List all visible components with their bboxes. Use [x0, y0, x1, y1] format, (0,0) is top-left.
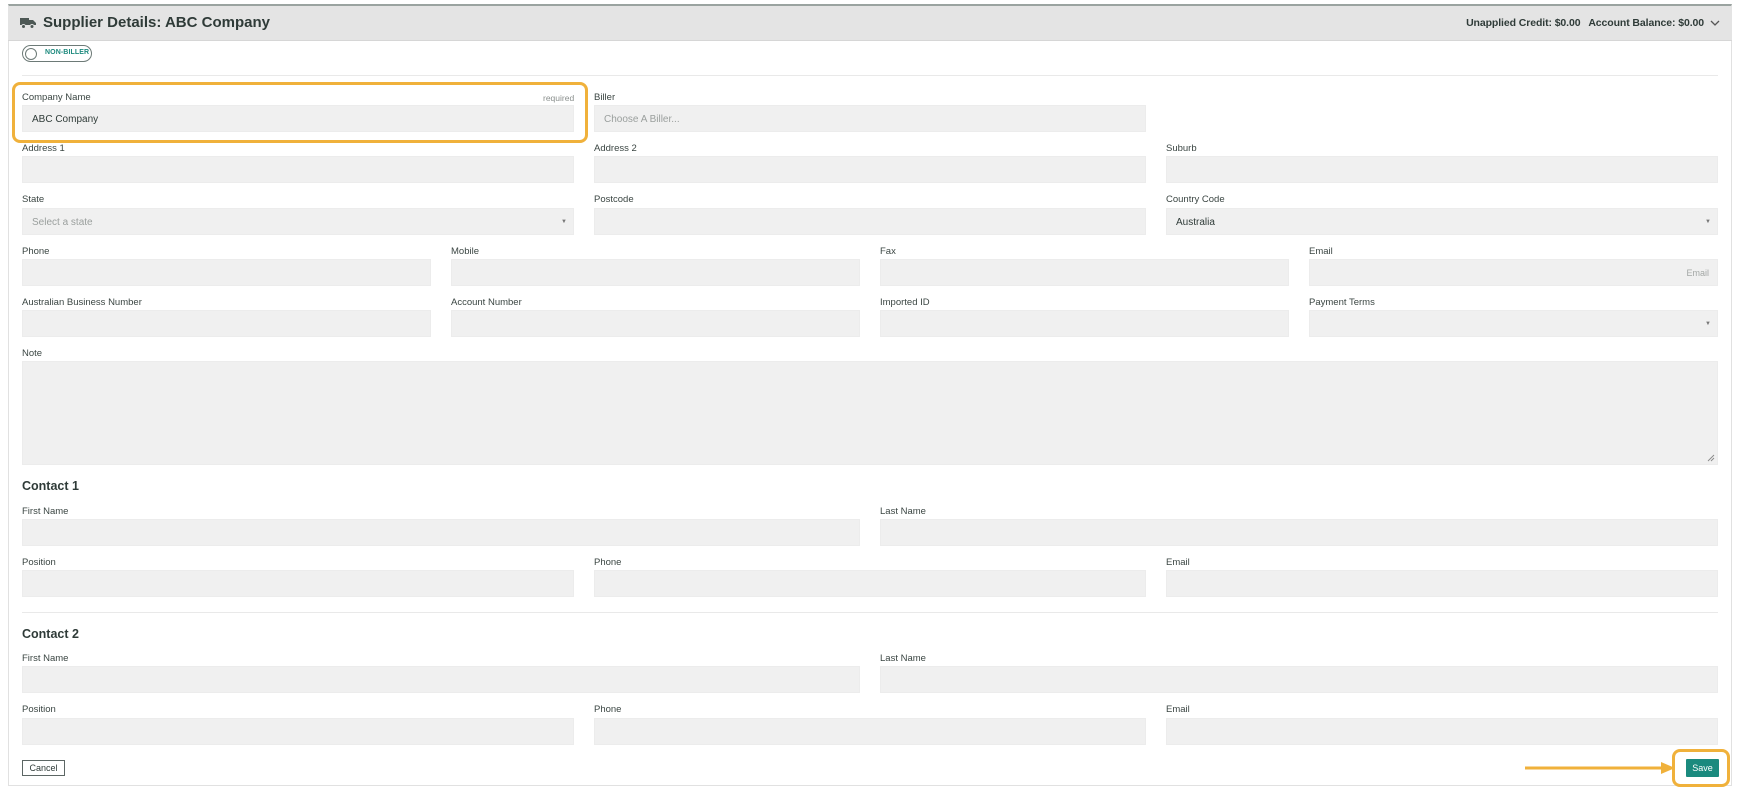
imported-id-label: Imported ID	[880, 297, 930, 308]
account-number-field[interactable]	[451, 310, 860, 337]
contact2-last-name-label: Last Name	[880, 653, 926, 664]
unapplied-credit: Unapplied Credit: $0.00	[1466, 17, 1581, 29]
payment-terms-label: Payment Terms	[1309, 297, 1375, 308]
save-button[interactable]: Save	[1686, 759, 1719, 777]
arrow-right-icon	[1525, 762, 1675, 774]
divider	[22, 612, 1718, 613]
contact2-phone-label: Phone	[594, 704, 622, 715]
state-label: State	[22, 194, 45, 205]
contact1-heading: Contact 1	[22, 479, 79, 493]
divider	[22, 75, 1718, 76]
country-code-select[interactable]: Australia ▼	[1166, 208, 1718, 235]
panel-header[interactable]: Supplier Details: ABC Company Unapplied …	[8, 6, 1732, 41]
toggle-label: NON-BILLER	[45, 49, 90, 56]
resize-grip-icon[interactable]	[1707, 454, 1715, 462]
address1-field[interactable]	[22, 156, 574, 183]
imported-id-field[interactable]	[880, 310, 1289, 337]
postcode-field[interactable]	[594, 208, 1146, 235]
state-select[interactable]: Select a state ▼	[22, 208, 574, 235]
account-balance: Account Balance: $0.00	[1588, 17, 1704, 29]
address2-field[interactable]	[594, 156, 1146, 183]
toggle-knob	[25, 48, 37, 60]
contact1-email-label: Email	[1166, 557, 1190, 568]
country-code-value: Australia	[1176, 217, 1215, 228]
contact2-first-name-label: First Name	[22, 653, 69, 664]
fax-label: Fax	[880, 246, 896, 257]
fax-field[interactable]	[880, 259, 1289, 286]
email-placeholder: Email	[1686, 268, 1709, 278]
suburb-field[interactable]	[1166, 156, 1718, 183]
mobile-label: Mobile	[451, 246, 479, 257]
company-name-highlight	[12, 82, 588, 143]
caret-down-icon: ▼	[1705, 219, 1711, 225]
note-textarea[interactable]	[22, 361, 1718, 465]
contact1-position-field[interactable]	[22, 570, 574, 597]
mobile-field[interactable]	[451, 259, 860, 286]
suburb-label: Suburb	[1166, 143, 1197, 154]
contact1-phone-label: Phone	[594, 557, 622, 568]
postcode-label: Postcode	[594, 194, 634, 205]
email-label: Email	[1309, 246, 1333, 257]
biller-label: Biller	[594, 92, 616, 103]
contact2-position-label: Position	[22, 704, 56, 715]
phone-label: Phone	[22, 246, 50, 257]
contact2-position-field[interactable]	[22, 718, 574, 745]
country-code-label: Country Code	[1166, 194, 1225, 205]
contact1-first-name-field[interactable]	[22, 519, 860, 546]
phone-field[interactable]	[22, 259, 431, 286]
contact2-email-field[interactable]	[1166, 718, 1718, 745]
contact2-phone-field[interactable]	[594, 718, 1146, 745]
contact1-email-field[interactable]	[1166, 570, 1718, 597]
cancel-button[interactable]: Cancel	[22, 760, 65, 776]
contact2-last-name-field[interactable]	[880, 666, 1718, 693]
chevron-down-icon[interactable]	[1708, 16, 1722, 30]
non-biller-toggle[interactable]: NON-BILLER	[22, 45, 92, 62]
contact1-position-label: Position	[22, 557, 56, 568]
state-placeholder: Select a state	[32, 217, 93, 228]
abn-label: Australian Business Number	[22, 297, 142, 308]
note-label: Note	[22, 348, 43, 359]
caret-down-icon: ▼	[561, 219, 567, 225]
contact1-phone-field[interactable]	[594, 570, 1146, 597]
balance-summary: Unapplied Credit: $0.00 Account Balance:…	[1466, 17, 1704, 29]
truck-icon	[20, 18, 36, 29]
page-title: Supplier Details: ABC Company	[43, 14, 270, 31]
contact2-heading: Contact 2	[22, 627, 79, 641]
abn-field[interactable]	[22, 310, 431, 337]
address2-label: Address 2	[594, 143, 637, 154]
caret-down-icon: ▼	[1705, 321, 1711, 327]
contact2-email-label: Email	[1166, 704, 1190, 715]
payment-terms-select[interactable]: ▼	[1309, 310, 1718, 337]
account-number-label: Account Number	[451, 297, 522, 308]
contact2-first-name-field[interactable]	[22, 666, 860, 693]
biller-select[interactable]: Choose A Biller...	[594, 105, 1146, 132]
email-field[interactable]: Email	[1309, 259, 1718, 286]
contact1-last-name-field[interactable]	[880, 519, 1718, 546]
address1-label: Address 1	[22, 143, 65, 154]
contact1-first-name-label: First Name	[22, 506, 69, 517]
contact1-last-name-label: Last Name	[880, 506, 926, 517]
